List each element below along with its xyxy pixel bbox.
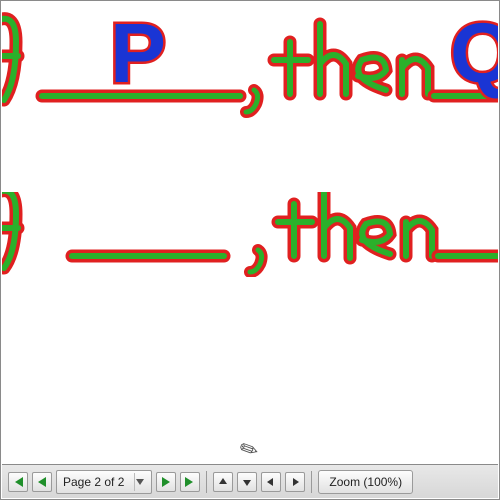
scroll-right-button[interactable] xyxy=(285,472,305,492)
zoom-control[interactable]: Zoom (100%) xyxy=(318,470,413,494)
page-indicator[interactable]: Page 2 of 2 xyxy=(56,470,152,494)
zoom-label: Zoom (100%) xyxy=(329,475,402,489)
arrow-left-icon xyxy=(266,477,276,487)
mouse-cursor-icon: ✎ xyxy=(235,434,263,463)
page-dropdown-icon xyxy=(134,473,145,491)
last-page-button[interactable] xyxy=(180,472,200,492)
variable-q: Q xyxy=(450,12,498,100)
last-page-icon xyxy=(184,477,196,487)
arrow-down-icon xyxy=(242,477,252,487)
scroll-left-button[interactable] xyxy=(261,472,281,492)
next-page-icon xyxy=(161,477,171,487)
first-page-button[interactable] xyxy=(8,472,28,492)
handwriting-line-2 xyxy=(2,192,498,277)
first-page-icon xyxy=(12,477,24,487)
toolbar-separator xyxy=(311,471,312,493)
variable-p: P xyxy=(110,12,166,100)
viewer-toolbar: Page 2 of 2 Zoom (100%) xyxy=(2,464,498,498)
scroll-down-button[interactable] xyxy=(237,472,257,492)
prev-page-button[interactable] xyxy=(32,472,52,492)
next-page-button[interactable] xyxy=(156,472,176,492)
whiteboard-canvas: P xyxy=(2,2,498,463)
arrow-right-icon xyxy=(290,477,300,487)
arrow-up-icon xyxy=(218,477,228,487)
scroll-up-button[interactable] xyxy=(213,472,233,492)
toolbar-separator xyxy=(206,471,207,493)
prev-page-icon xyxy=(37,477,47,487)
page-label: Page 2 of 2 xyxy=(63,475,124,489)
document-viewer: P xyxy=(0,0,500,500)
handwriting-line-1: P xyxy=(2,12,498,122)
